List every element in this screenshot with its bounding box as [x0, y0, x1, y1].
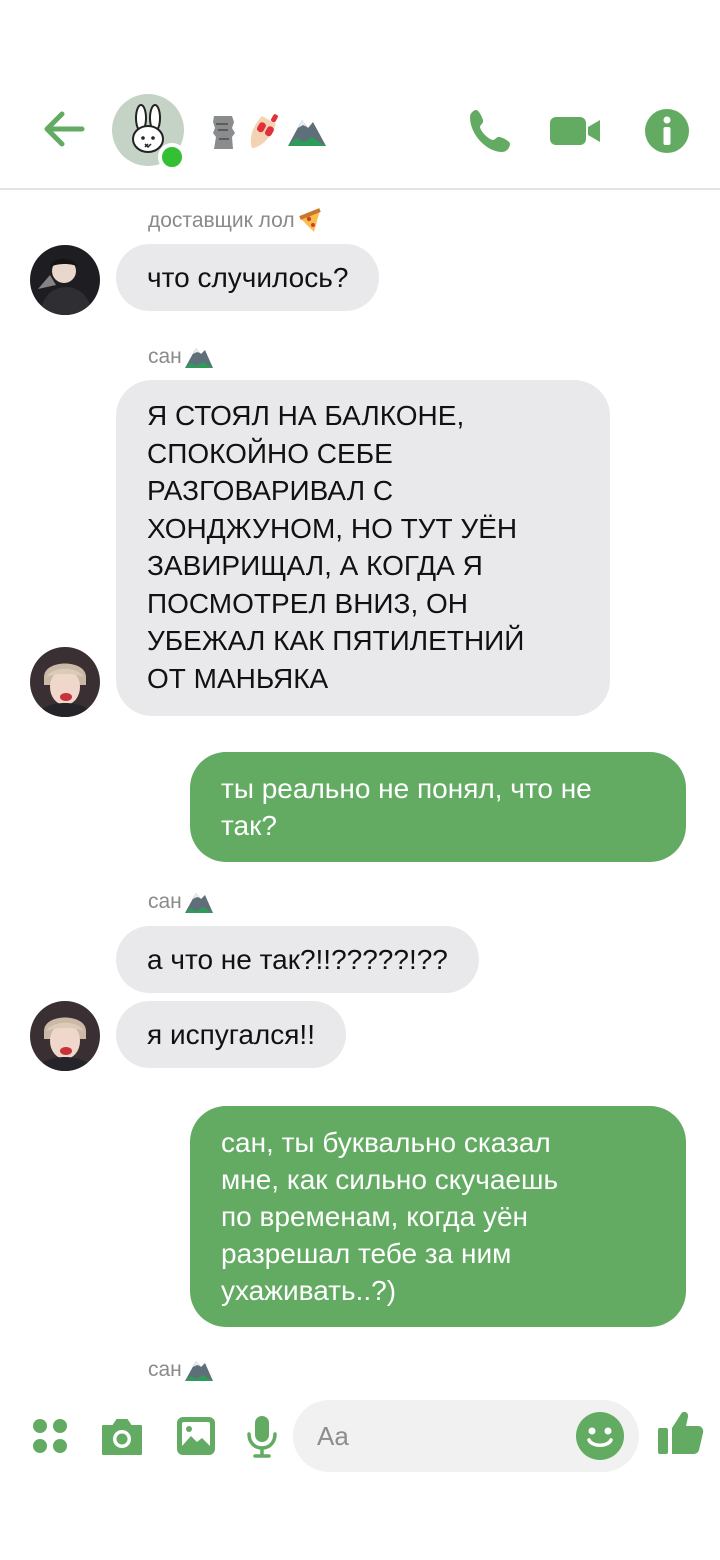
mountain-icon	[288, 120, 326, 146]
message-bubble-outgoing[interactable]: ты реально не понял, что не так?	[190, 752, 686, 862]
sender-name: сан	[148, 344, 214, 370]
message-composer	[0, 1396, 720, 1480]
info-icon[interactable]	[640, 104, 694, 158]
back-arrow-icon[interactable]	[38, 104, 88, 154]
message-bubble-outgoing[interactable]: сан, ты буквально сказал мне, как сильно…	[190, 1106, 686, 1327]
online-status-dot	[158, 143, 186, 171]
message-bubble-incoming[interactable]: Я СТОЯЛ НА БАЛКОНЕ, СПОКОЙНО СЕБЕ РАЗГОВ…	[116, 380, 610, 716]
sender-name: сан	[148, 1357, 214, 1383]
message-input-box[interactable]	[293, 1400, 639, 1472]
video-call-icon[interactable]	[548, 104, 602, 158]
message-input[interactable]	[317, 1400, 567, 1472]
message-bubble-incoming[interactable]: что случилось?	[116, 244, 380, 311]
phone-call-icon[interactable]	[464, 104, 518, 158]
gallery-icon[interactable]	[168, 1408, 224, 1464]
microphone-icon[interactable]	[234, 1408, 290, 1464]
message-bubble-incoming[interactable]: а что не так?!!?????!??	[116, 926, 479, 993]
mountain-icon	[184, 1361, 213, 1381]
chat-header	[0, 0, 720, 190]
message-bubble-incoming[interactable]: я испугался!!	[116, 1001, 346, 1068]
sender-name: сан	[148, 889, 214, 915]
contact-avatar[interactable]	[30, 245, 100, 315]
apps-menu-icon[interactable]	[22, 1408, 78, 1464]
chat-title[interactable]	[204, 106, 328, 154]
moai-icon	[213, 116, 235, 149]
mountain-icon	[184, 893, 213, 913]
contact-avatar[interactable]	[30, 647, 100, 717]
sender-name: доставщик лол	[148, 208, 323, 234]
contact-avatar[interactable]	[30, 1001, 100, 1071]
emoji-icon[interactable]	[575, 1411, 625, 1461]
camera-icon[interactable]	[94, 1408, 150, 1464]
mountain-icon	[184, 348, 213, 368]
thumbs-up-icon[interactable]	[652, 1404, 708, 1460]
nail-polish-icon	[250, 114, 278, 148]
pizza-icon	[298, 208, 321, 232]
